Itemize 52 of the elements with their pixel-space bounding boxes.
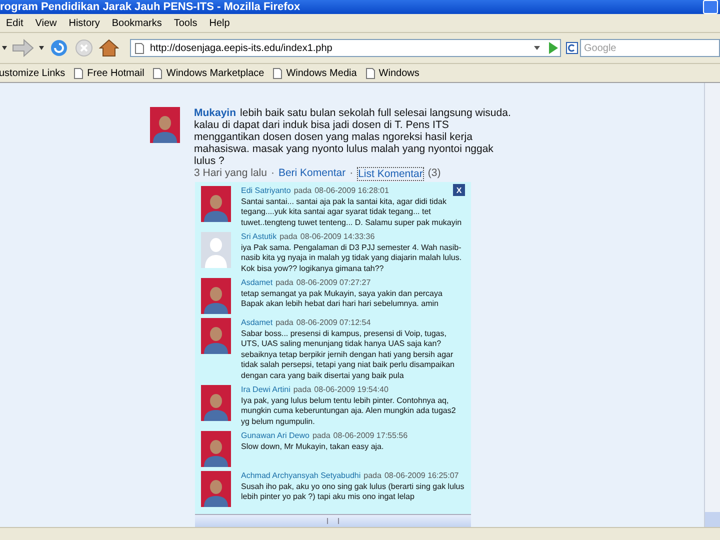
comment-word: pada <box>280 232 298 242</box>
menu-item[interactable]: Help <box>209 18 230 28</box>
menu-item[interactable]: History <box>68 18 100 28</box>
comment-word: pada <box>294 186 312 196</box>
comment-link[interactable]: Beri Komentar <box>278 167 346 181</box>
separator: · <box>270 167 274 181</box>
address-bar[interactable]: http://dosenjaga.eepis-its.edu/index1.php <box>130 39 561 57</box>
menu-item[interactable]: View <box>35 18 57 28</box>
commenter-link[interactable]: Asdamet <box>241 318 273 328</box>
close-button[interactable]: X <box>453 184 465 196</box>
author-link[interactable]: Mukayin <box>194 107 236 119</box>
comment-date: 08-06-2009 07:12:54 <box>296 318 371 328</box>
separator: · <box>350 167 354 181</box>
menu-item[interactable]: Edit <box>6 18 24 28</box>
commenter-link[interactable]: Asdamet <box>241 278 273 288</box>
comment-word: pada <box>276 278 294 288</box>
bookmark-link[interactable]: Free Hotmail <box>74 68 144 78</box>
commenter-link[interactable]: Gunawan Ari Dewo <box>241 431 310 442</box>
bookmark-link[interactable]: ustomize Links <box>0 68 66 78</box>
comment-text: Santai santai... santai aja pak la santai kita, agar didi tidak tegang....yuk kita santai agar syarat tidak tegang... tet tuwet..tengteng tuwet tenteng... D. Salamu super pak mukayin <box>241 196 463 228</box>
bookmark-link[interactable]: Windows Marketplace <box>153 68 264 78</box>
commenter-link[interactable]: Edi Satriyanto <box>241 186 291 196</box>
comment-date: 08-06-2009 17:55:56 <box>333 431 408 442</box>
commenter-link[interactable]: Ira Dewi Artini <box>241 385 290 396</box>
comment-word: pada <box>293 385 312 396</box>
comment-date: 08-06-2009 07:27:27 <box>296 278 371 288</box>
menu-item[interactable]: Bookmarks <box>112 18 162 28</box>
comment-word: pada <box>364 471 382 482</box>
comment-date: 08-06-2009 14:33:36 <box>300 232 375 242</box>
comment-word: pada <box>276 318 294 328</box>
commenter-link[interactable]: Achmad Archyansyah Setyabudhi <box>241 471 361 482</box>
comment-date: 08-06-2009 16:25:07 <box>384 471 459 482</box>
post-text: Mukayin lebih baik satu bulan sekolah full selesai langsung wisuda. kalau di dapat dari induk bisa jadi dosen di T. Pens ITS menggantikan dosen dosen yang malas ngoreksi hasil kerja mahasiswa. masak yang nyonto lulus malah yang nyontoi nggak lulus ? <box>194 107 512 167</box>
commenter-link[interactable]: Sri Astutik <box>241 232 277 242</box>
window-title: rogram Pendidikan Jarak Jauh PENS-ITS - Mozilla Firefox <box>0 1 300 13</box>
url-text: http://dosenjaga.eepis-its.edu/index1.php <box>150 42 334 54</box>
comment-text: Slow down, Mr Mukayin, takan easy aja. <box>241 442 385 452</box>
search-field[interactable]: Google <box>580 39 720 57</box>
comment-date: 08-06-2009 16:28:01 <box>314 186 389 196</box>
bookmark-link[interactable]: Windows <box>366 68 420 78</box>
comment-text: Iya pak, yang lulus belum tentu lebih pinter. Contohnya aq, mungkin cuma keberuntungan aja. Alen mungkin ada tugas2 yg belum ngumpulin. <box>241 396 457 427</box>
comment-text: Sabar boss... presensi di kampus, presensi di Voip, tugas, UTS, UAS saling menunjang tidak hanya UAS saja kan? sebaiknya tetap berpikir jernih dengan hati yang bersih agar tidak salah persepsi, tetapi yang niat baik perlu disampaikan dengan cara yang baik disertai yang baik pula <box>241 328 456 381</box>
comment-text: iya Pak sama. Pengalaman di D3 PJJ semester 4. Wah nasib-nasib kita yg nyaja in malah yg tidak yang diajarin malah lulus. Kok bisa yow?? logikanya gimana tah?? <box>241 242 463 274</box>
bookmark-link[interactable]: Windows Media <box>273 68 357 78</box>
menu-item[interactable]: Tools <box>174 18 198 28</box>
comment-list-link[interactable]: List Komentar <box>357 167 424 181</box>
comment-text: tetap semangat ya pak Mukayin, saya yakin dan percaya Bapak akan lebih hebat dari hari hari sebelumnya. amin <box>241 288 444 310</box>
comment-word: pada <box>312 431 330 442</box>
comment-date: 08-06-2009 19:54:40 <box>314 385 388 396</box>
post-time: 3 Hari yang lalu <box>194 167 267 181</box>
comment-count: (3) <box>428 167 441 181</box>
comment-text: Susah iho pak, aku yo ono sing gak lulus (berarti sing gak lulus lebih pinter yo pak ?) tapi aku mis ono ingat lelap <box>241 482 465 502</box>
